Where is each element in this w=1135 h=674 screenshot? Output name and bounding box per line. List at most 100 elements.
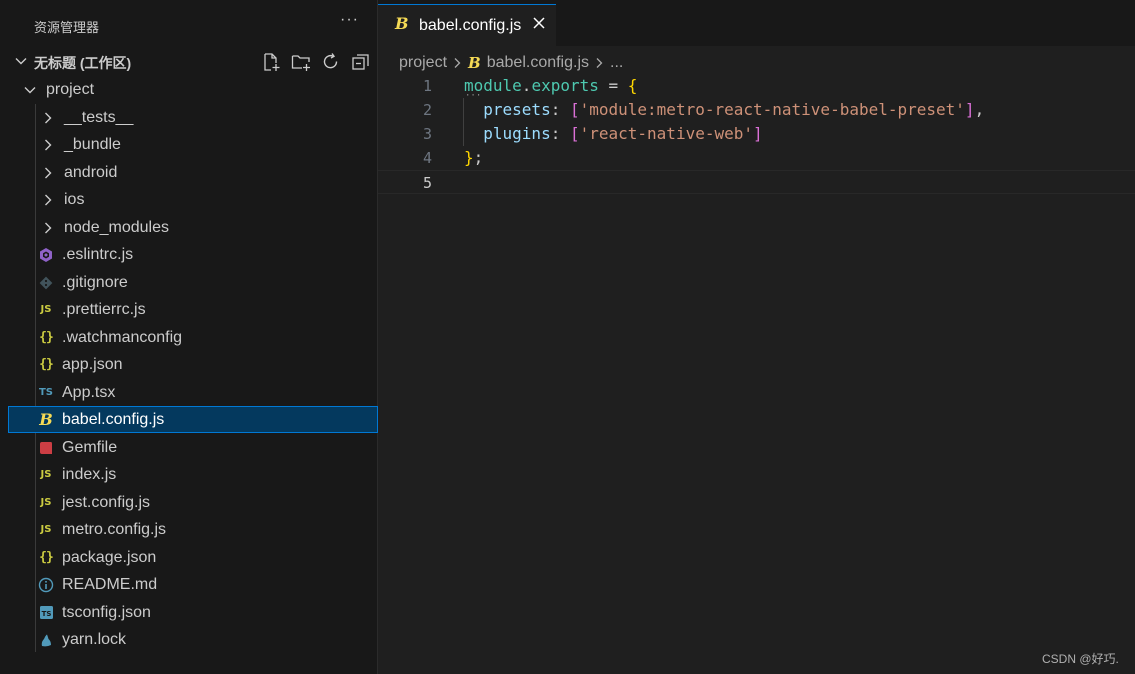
explorer-sidebar: 资源管理器 ··· 无标题 (工作区) project __tests__ _b…	[0, 0, 378, 674]
folder-project[interactable]: project	[8, 76, 378, 103]
breadcrumb-symbols[interactable]: ...	[610, 54, 623, 72]
info-icon	[37, 576, 55, 594]
file-name: babel.config.js	[62, 410, 165, 428]
chevron-right-icon	[39, 219, 57, 237]
token-string: 'module:metro-react-native-babel-preset'	[579, 100, 965, 119]
token-property: exports	[531, 76, 599, 95]
token-colon: :	[550, 100, 570, 119]
watermark: CSDN @好巧.	[1042, 652, 1119, 666]
file-gemfile[interactable]: Gemfile	[8, 434, 378, 461]
close-icon[interactable]	[530, 14, 548, 32]
code-text: module.exports = {	[464, 76, 637, 95]
json-icon: {}	[39, 330, 54, 345]
token-key: plugins	[483, 124, 551, 143]
folder-name: android	[64, 163, 118, 181]
chevron-right-icon	[39, 109, 57, 127]
workspace-actions	[260, 51, 371, 72]
folder-name: ios	[64, 190, 85, 208]
more-actions-icon[interactable]: ···	[340, 11, 359, 29]
json-icon: {}	[39, 357, 54, 372]
file-name: metro.config.js	[62, 520, 167, 538]
javascript-icon: JS	[40, 469, 52, 480]
json-icon: {}	[39, 550, 54, 565]
breadcrumb-file[interactable]: babel.config.js	[487, 54, 589, 72]
file-metro-config[interactable]: JS metro.config.js	[8, 516, 378, 543]
file-name: .gitignore	[62, 273, 128, 291]
file-name: .prettierrc.js	[62, 300, 146, 318]
file-package-json[interactable]: {} package.json	[8, 544, 378, 571]
file-tsconfig[interactable]: TS tsconfig.json	[8, 599, 378, 626]
file-babel-config[interactable]: B babel.config.js	[8, 406, 378, 433]
tsconfig-icon: TS	[37, 604, 55, 622]
file-prettierrc[interactable]: JS .prettierrc.js	[8, 296, 378, 323]
code-line-5: 5	[378, 170, 1135, 194]
explorer-header: 资源管理器 ···	[0, 0, 378, 50]
ruby-icon	[37, 439, 55, 457]
code-line-4: 4 };	[378, 146, 1135, 170]
workspace-label: 无标题 (工作区)	[34, 55, 132, 71]
line-number: 4	[422, 149, 432, 167]
file-app-json[interactable]: {} app.json	[8, 351, 378, 378]
git-icon	[37, 274, 55, 292]
collapse-all-icon[interactable]	[350, 51, 371, 72]
token-brace: {	[627, 76, 638, 95]
line-number: 1	[422, 77, 432, 95]
typescript-icon: TS	[38, 387, 54, 398]
folder-ios[interactable]: ios	[8, 186, 378, 213]
file-gitignore[interactable]: .gitignore	[8, 269, 378, 296]
token-brace: }	[464, 148, 474, 167]
svg-text:TS: TS	[41, 610, 51, 618]
file-name: tsconfig.json	[62, 603, 151, 621]
code-line-1: 1 module.exports = { ···	[378, 74, 1135, 101]
code-text: };	[464, 148, 483, 167]
tab-babel-config[interactable]: B babel.config.js	[378, 4, 556, 46]
folder-name: project	[46, 80, 95, 98]
chevron-right-icon	[39, 191, 57, 209]
token-punctuation: .	[521, 76, 532, 95]
file-name: .eslintrc.js	[62, 245, 134, 263]
token-comma: ,	[974, 100, 985, 119]
file-index-js[interactable]: JS index.js	[8, 461, 378, 488]
eslint-icon	[37, 246, 55, 264]
file-app-tsx[interactable]: TS App.tsx	[8, 379, 378, 406]
folder-tests[interactable]: __tests__	[8, 104, 378, 131]
file-name: jest.config.js	[62, 493, 151, 511]
new-folder-icon[interactable]	[290, 51, 311, 72]
folder-name: __tests__	[64, 108, 134, 126]
folder-bundle[interactable]: _bundle	[8, 131, 378, 158]
file-name: App.tsx	[62, 383, 116, 401]
workspace-header[interactable]: 无标题 (工作区)	[0, 49, 378, 75]
breadcrumb: project B babel.config.js ...	[399, 52, 623, 74]
line-number: 5	[422, 174, 432, 192]
file-eslintrc[interactable]: .eslintrc.js	[8, 241, 378, 268]
token-operator: =	[598, 76, 628, 95]
babel-icon: B	[468, 54, 481, 72]
editor-tab-bar: B babel.config.js	[378, 0, 1135, 46]
tab-label: babel.config.js	[419, 17, 522, 34]
file-name: package.json	[62, 548, 157, 566]
yarn-icon	[37, 631, 55, 649]
folder-android[interactable]: android	[8, 159, 378, 186]
file-name: app.json	[62, 355, 123, 373]
file-readme[interactable]: README.md	[8, 571, 378, 598]
token-bracket: ]	[753, 124, 763, 143]
file-name: yarn.lock	[62, 630, 127, 648]
token-colon: :	[550, 124, 570, 143]
file-name: .watchmanconfig	[62, 328, 183, 346]
token-bracket: [	[569, 124, 580, 143]
file-watchmanconfig[interactable]: {} .watchmanconfig	[8, 324, 378, 351]
javascript-icon: JS	[40, 524, 52, 535]
token-key: presets	[483, 100, 551, 119]
code-text: plugins: ['react-native-web']	[464, 124, 763, 143]
token-semicolon: ;	[473, 148, 484, 167]
token-bracket: ]	[964, 100, 975, 119]
file-yarn-lock[interactable]: yarn.lock	[8, 626, 378, 653]
folder-node-modules[interactable]: node_modules	[8, 214, 378, 241]
new-file-icon[interactable]	[260, 51, 281, 72]
breadcrumb-project[interactable]: project	[399, 54, 447, 72]
javascript-icon: JS	[40, 304, 52, 315]
file-jest-config[interactable]: JS jest.config.js	[8, 489, 378, 516]
file-name: Gemfile	[62, 438, 118, 456]
refresh-icon[interactable]	[320, 51, 341, 72]
